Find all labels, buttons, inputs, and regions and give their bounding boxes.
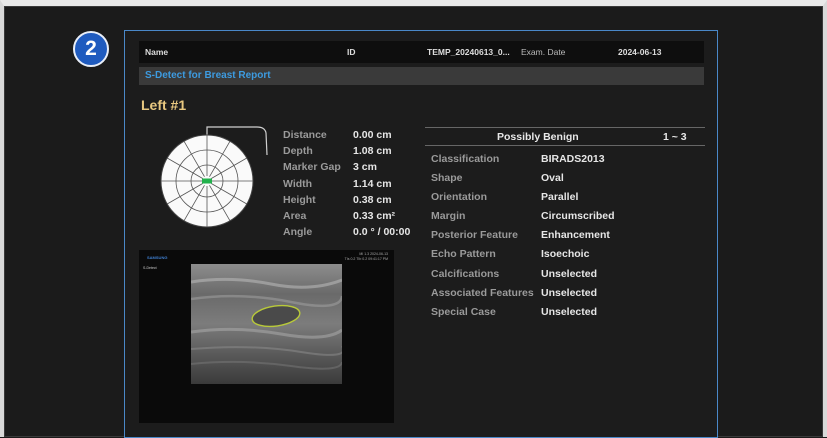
scan-info: MI 1.3 2024-06-13 TIs 0.2 TIb 0.2 09:41:… <box>345 252 388 262</box>
scan-info-line: TIs 0.2 TIb 0.2 09:41:17 PM <box>344 257 388 261</box>
measurement-label: Height <box>283 193 316 206</box>
assessment-label: Possibly Benign <box>497 131 579 143</box>
measurement-value: 0.0 ° / 00:00 <box>353 226 411 239</box>
classification-row: Echo Pattern Isoechoic <box>431 248 701 267</box>
classification-label: Posterior Feature <box>431 229 518 242</box>
lesion-title: Left #1 <box>141 97 187 113</box>
ultrasound-scan-svg <box>191 264 342 384</box>
classification-label: Classification <box>431 153 500 165</box>
breast-clock-diagram-icon <box>145 125 280 240</box>
measurement-label: Area <box>283 209 307 222</box>
classification-value: Unselected <box>541 267 598 280</box>
classification-table: Classification BIRADS2013 Shape Oval Orien… <box>431 153 701 325</box>
classification-value: BIRADS2013 <box>541 153 605 165</box>
classification-label: Echo Pattern <box>431 248 496 261</box>
measurement-value: 3 cm <box>353 161 377 174</box>
ultrasound-image: SAMSUNG S-Detect MI 1.3 2024-06-13 TIs 0… <box>139 250 394 423</box>
classification-value: Parallel <box>541 191 579 204</box>
classification-value: Circumscribed <box>541 210 615 223</box>
measurement-label: Width <box>283 177 313 190</box>
scan-mode: S-Detect <box>143 266 157 270</box>
id-label: ID <box>347 47 356 57</box>
measurement-value: 0.33 cm² <box>353 209 396 222</box>
report-title: S-Detect for Breast Report <box>139 67 704 85</box>
lesion-marker <box>202 178 212 184</box>
measurement-value: 0.38 cm <box>353 193 392 206</box>
classification-row: Special Case Unselected <box>431 306 701 325</box>
classification-row: Posterior Feature Enhancement <box>431 229 701 248</box>
exam-date-label: Exam. Date <box>521 47 566 57</box>
classification-value: Enhancement <box>541 229 610 242</box>
classification-row: Shape Oval <box>431 172 701 191</box>
step-number-badge: 2 <box>73 31 109 67</box>
assessment-header: Possibly Benign 1 ~ 3 <box>425 127 705 146</box>
classification-label: Margin <box>431 210 466 223</box>
measurement-label: Depth <box>283 145 313 158</box>
classification-row: Associated Features Unselected <box>431 287 701 306</box>
classification-label: Special Case <box>431 305 496 318</box>
classification-label: Orientation <box>431 191 488 204</box>
step-number: 2 <box>85 37 97 60</box>
measurement-value: 0.00 cm <box>353 129 392 141</box>
birads-range: 1 ~ 3 <box>663 131 687 143</box>
report-panel: Name ID TEMP_20240613_0... Exam. Date 20… <box>124 30 718 438</box>
name-label: Name <box>145 47 169 57</box>
measurement-label: Distance <box>283 129 327 141</box>
classification-label: Calcifications <box>431 267 500 280</box>
exam-date-value: 2024-06-13 <box>618 47 662 57</box>
classification-value: Unselected <box>541 286 598 299</box>
classification-value: Isoechoic <box>541 248 590 261</box>
classification-row: Calcifications Unselected <box>431 268 701 287</box>
scanner-brand: SAMSUNG <box>147 255 168 260</box>
patient-header: Name ID TEMP_20240613_0... Exam. Date 20… <box>139 41 704 63</box>
classification-label: Associated Features <box>431 286 534 299</box>
measurement-label: Marker Gap <box>283 161 341 174</box>
id-value: TEMP_20240613_0... <box>427 47 510 57</box>
measurement-value: 1.08 cm <box>353 145 392 158</box>
breast-clock-svg <box>160 126 268 228</box>
classification-row: Margin Circumscribed <box>431 210 701 229</box>
classification-value: Oval <box>541 172 564 185</box>
classification-value: Unselected <box>541 305 598 318</box>
classification-row: Classification BIRADS2013 <box>431 153 701 172</box>
measurement-label: Angle <box>283 226 313 239</box>
classification-label: Shape <box>431 172 463 185</box>
classification-row: Orientation Parallel <box>431 191 701 210</box>
measurement-value: 1.14 cm <box>353 177 392 190</box>
